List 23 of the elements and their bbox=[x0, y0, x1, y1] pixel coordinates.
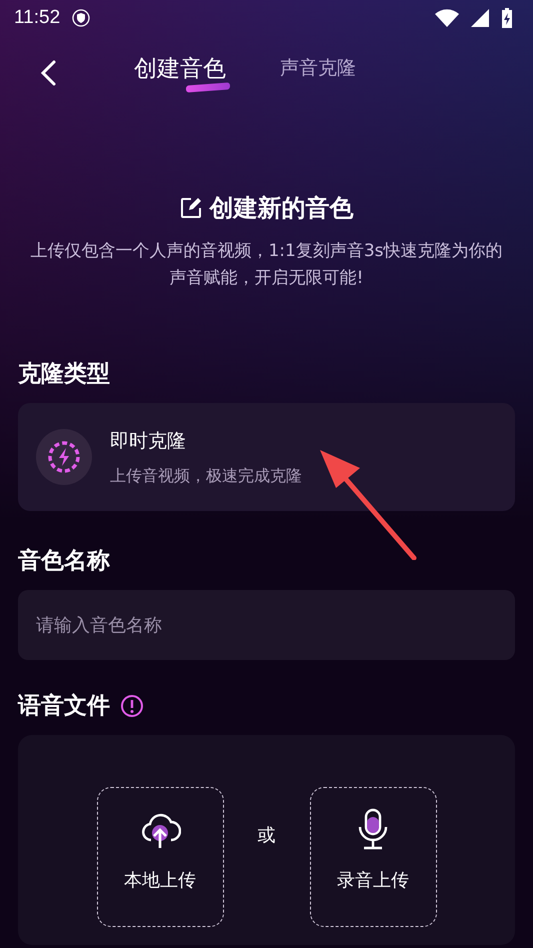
section-heading: 语音文件 bbox=[18, 692, 110, 721]
microphone-icon bbox=[357, 808, 389, 850]
lightning-icon bbox=[47, 440, 81, 474]
wifi-icon bbox=[435, 9, 459, 27]
upload-option[interactable]: 本地上传 bbox=[96, 787, 224, 927]
option-title: 即时克隆 bbox=[110, 428, 187, 454]
description-text: 上传仅包含一个人声的音视频，1:1复刻声音3s快速克隆为你的声音赋能，开启无限可能! bbox=[29, 240, 504, 290]
shield-icon bbox=[72, 9, 90, 27]
page-heading: 创建新的音色 bbox=[210, 193, 354, 224]
nav-tab[interactable]: 创建音色 bbox=[134, 52, 232, 94]
nav-tab[interactable]: 声音克隆 bbox=[280, 55, 362, 91]
info-icon bbox=[120, 694, 144, 718]
section-heading: 音色名称 bbox=[18, 547, 111, 576]
upload-option[interactable]: 录音上传 bbox=[310, 787, 436, 927]
battery-charging-icon bbox=[501, 8, 513, 28]
signal-icon bbox=[471, 9, 489, 27]
section-heading: 克隆类型 bbox=[18, 360, 111, 389]
edit-icon bbox=[180, 197, 202, 219]
or-text: 或 bbox=[256, 824, 276, 847]
clone-option-card[interactable]: 即时克隆 上传音视频，极速完成克隆 bbox=[18, 403, 515, 511]
status-time: 11:52 bbox=[14, 7, 60, 29]
option-subtitle: 上传音视频，极速完成克隆 bbox=[110, 466, 302, 486]
voice-name-field[interactable]: 请输入音色名称 bbox=[18, 590, 515, 660]
